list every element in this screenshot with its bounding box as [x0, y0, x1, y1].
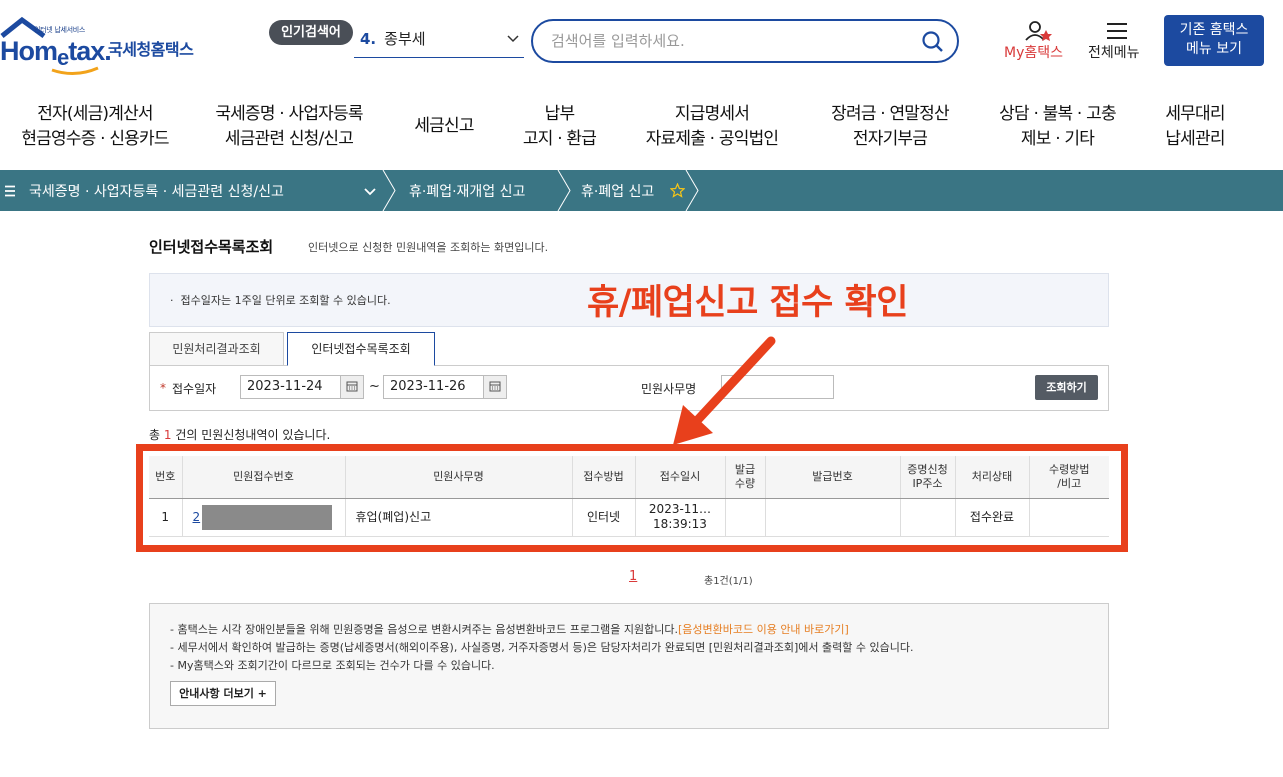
gnb-label: 세무대리 [1165, 104, 1225, 124]
breadcrumb-level3: 휴·폐업 신고 [581, 184, 655, 200]
user-star-icon [1025, 21, 1052, 41]
result-count: 총 1 건의 민원신청내역이 있습니다. [149, 428, 331, 442]
popular-rank: 4. [360, 30, 377, 48]
gnb-label: 상담 · 불복 · 고충 [999, 104, 1116, 124]
breadcrumb-separator-icon [382, 170, 396, 211]
logo-wordmark: Hometax. [0, 36, 112, 70]
breadcrumb-separator-icon [685, 170, 699, 211]
calendar-icon[interactable] [483, 375, 507, 399]
gnb-label: 전자(세금)계산서 [37, 104, 153, 124]
gnb-label: 세금관련 신청/신고 [224, 129, 354, 149]
tab-result-inquiry[interactable]: 민원처리결과조회 [149, 332, 284, 366]
page-title: 인터넷접수목록조회 [149, 238, 274, 256]
menu-icon[interactable] [5, 185, 17, 197]
notice-text: · 접수일자는 1주일 단위로 조회할 수 있습니다. [170, 294, 391, 307]
search-box [531, 19, 959, 63]
date-range-separator: ~ [369, 379, 380, 394]
gnb-label: 장려금 · 연말정산 [831, 104, 950, 124]
logo-swoosh-icon [51, 66, 99, 75]
guide-line: - 홈택스는 시각 장애인분들을 위해 민원증명을 음성으로 변환시켜주는 음성… [170, 623, 849, 636]
gnb-item-tax-report[interactable]: 세금신고 [400, 114, 488, 139]
old-hometax-button[interactable]: 기존 홈택스 메뉴 보기 [1164, 15, 1264, 66]
annotation-highlight-box [136, 444, 1128, 552]
old-hometax-label-2: 메뉴 보기 [1186, 41, 1242, 57]
date-label: 접수일자 [172, 382, 217, 396]
breadcrumb-level1[interactable]: 국세증명 · 사업자등록 · 세금관련 신청/신고 [29, 181, 284, 201]
logo-subtitle: 국세청홈택스 [108, 40, 194, 59]
gnb-item-payment[interactable]: 납부 고지 · 환급 [512, 102, 607, 152]
gnb-item-consult[interactable]: 상담 · 불복 · 고충 제보 · 기타 [985, 102, 1130, 152]
pagination-total: 총1건(1/1) [704, 576, 753, 587]
all-menu-button[interactable]: 전체메뉴 [1086, 20, 1152, 62]
more-guide-button[interactable]: 안내사항 더보기 + [170, 681, 276, 706]
tab-internet-receipt-list[interactable]: 인터넷접수목록조회 [287, 332, 435, 366]
page-description: 인터넷으로 신청한 민원내역을 조회하는 화면입니다. [308, 241, 549, 254]
gnb-item-certificate[interactable]: 국세증명 · 사업자등록 세금관련 신청/신고 [204, 102, 374, 152]
barcode-guide-link[interactable]: [음성변환바코드 이용 안내 바로가기] [678, 623, 849, 636]
gnb-label: 현금영수증 · 신용카드 [21, 129, 169, 149]
hamburger-icon [1107, 23, 1127, 39]
gnb-label: 국세증명 · 사업자등록 [215, 104, 363, 124]
search-input[interactable] [551, 29, 911, 53]
gnb-item-tax-agent[interactable]: 세무대리 납세관리 [1150, 102, 1240, 152]
gnb-label: 제보 · 기타 [1020, 129, 1095, 149]
guide-line: - 세무서에서 확인하여 발급하는 증명(납세증명서(해외이주용), 사실증명,… [170, 641, 914, 654]
calendar-icon[interactable] [340, 375, 364, 399]
inquiry-button[interactable]: 조회하기 [1035, 375, 1098, 400]
gnb-label: 자료제출 · 공익법인 [645, 129, 779, 149]
annotation-title: 휴/폐업신고 접수 확인 [587, 283, 908, 323]
gnb-label: 지급명세서 [674, 104, 750, 124]
popular-keyword: 종부세 [384, 30, 426, 48]
main-navigation: 전자(세금)계산서 현금영수증 · 신용카드 국세증명 · 사업자등록 세금관련… [0, 96, 1283, 168]
hometax-logo[interactable]: 인터넷 납세서비스 Hometax. 국세청홈택스 [0, 16, 210, 75]
search-filter: * 접수일자 2023-11-24 ~ 2023-11-26 민원사무명 조회하… [149, 366, 1109, 411]
required-mark: * [160, 381, 166, 395]
all-menu-label: 전체메뉴 [1088, 45, 1140, 61]
logo-tagline: 인터넷 납세서비스 [34, 26, 86, 34]
search-icon[interactable] [921, 30, 945, 54]
popular-search-badge: 인기검색어 [269, 20, 353, 45]
annotation-arrow-icon [673, 336, 776, 445]
gnb-label: 전자기부금 [852, 129, 928, 149]
guide-box: - 홈택스는 시각 장애인분들을 위해 민원증명을 음성으로 변환시켜주는 음성… [149, 603, 1109, 729]
breadcrumb: 국세증명 · 사업자등록 · 세금관련 신청/신고 휴·폐업·재개업 신고 휴·… [0, 170, 1283, 211]
my-hometax-label: My홈택스 [1004, 45, 1064, 61]
gnb-label: 고지 · 환급 [522, 129, 597, 149]
my-hometax-button[interactable]: My홈택스 [1002, 20, 1076, 62]
star-icon[interactable] [670, 183, 685, 198]
gnb-item-incentive[interactable]: 장려금 · 연말정산 전자기부금 [815, 102, 965, 152]
gnb-item-e-invoice[interactable]: 전자(세금)계산서 현금영수증 · 신용카드 [10, 102, 180, 152]
gnb-label: 납세관리 [1165, 129, 1225, 149]
pagination-current[interactable]: 1 [629, 569, 637, 584]
date-from-input[interactable]: 2023-11-24 [240, 375, 341, 399]
chevron-down-icon[interactable] [363, 187, 377, 197]
header: 인터넷 납세서비스 Hometax. 국세청홈택스 인기검색어 4. 종부세 My… [0, 0, 1283, 90]
gnb-label: 납부 [544, 104, 575, 124]
breadcrumb-level2[interactable]: 휴·폐업·재개업 신고 [409, 181, 525, 201]
gnb-label: 세금신고 [414, 116, 474, 136]
breadcrumb-separator-icon [557, 170, 571, 211]
guide-line: - My홈택스와 조회기간이 다르므로 조회되는 건수가 다를 수 있습니다. [170, 659, 495, 672]
popular-search-select[interactable]: 4. 종부세 [354, 24, 524, 58]
gnb-item-payment-statement[interactable]: 지급명세서 자료제출 · 공익법인 [632, 102, 792, 152]
old-hometax-label-1: 기존 홈택스 [1179, 22, 1249, 38]
chevron-down-icon [507, 35, 519, 43]
date-to-input[interactable]: 2023-11-26 [383, 375, 484, 399]
